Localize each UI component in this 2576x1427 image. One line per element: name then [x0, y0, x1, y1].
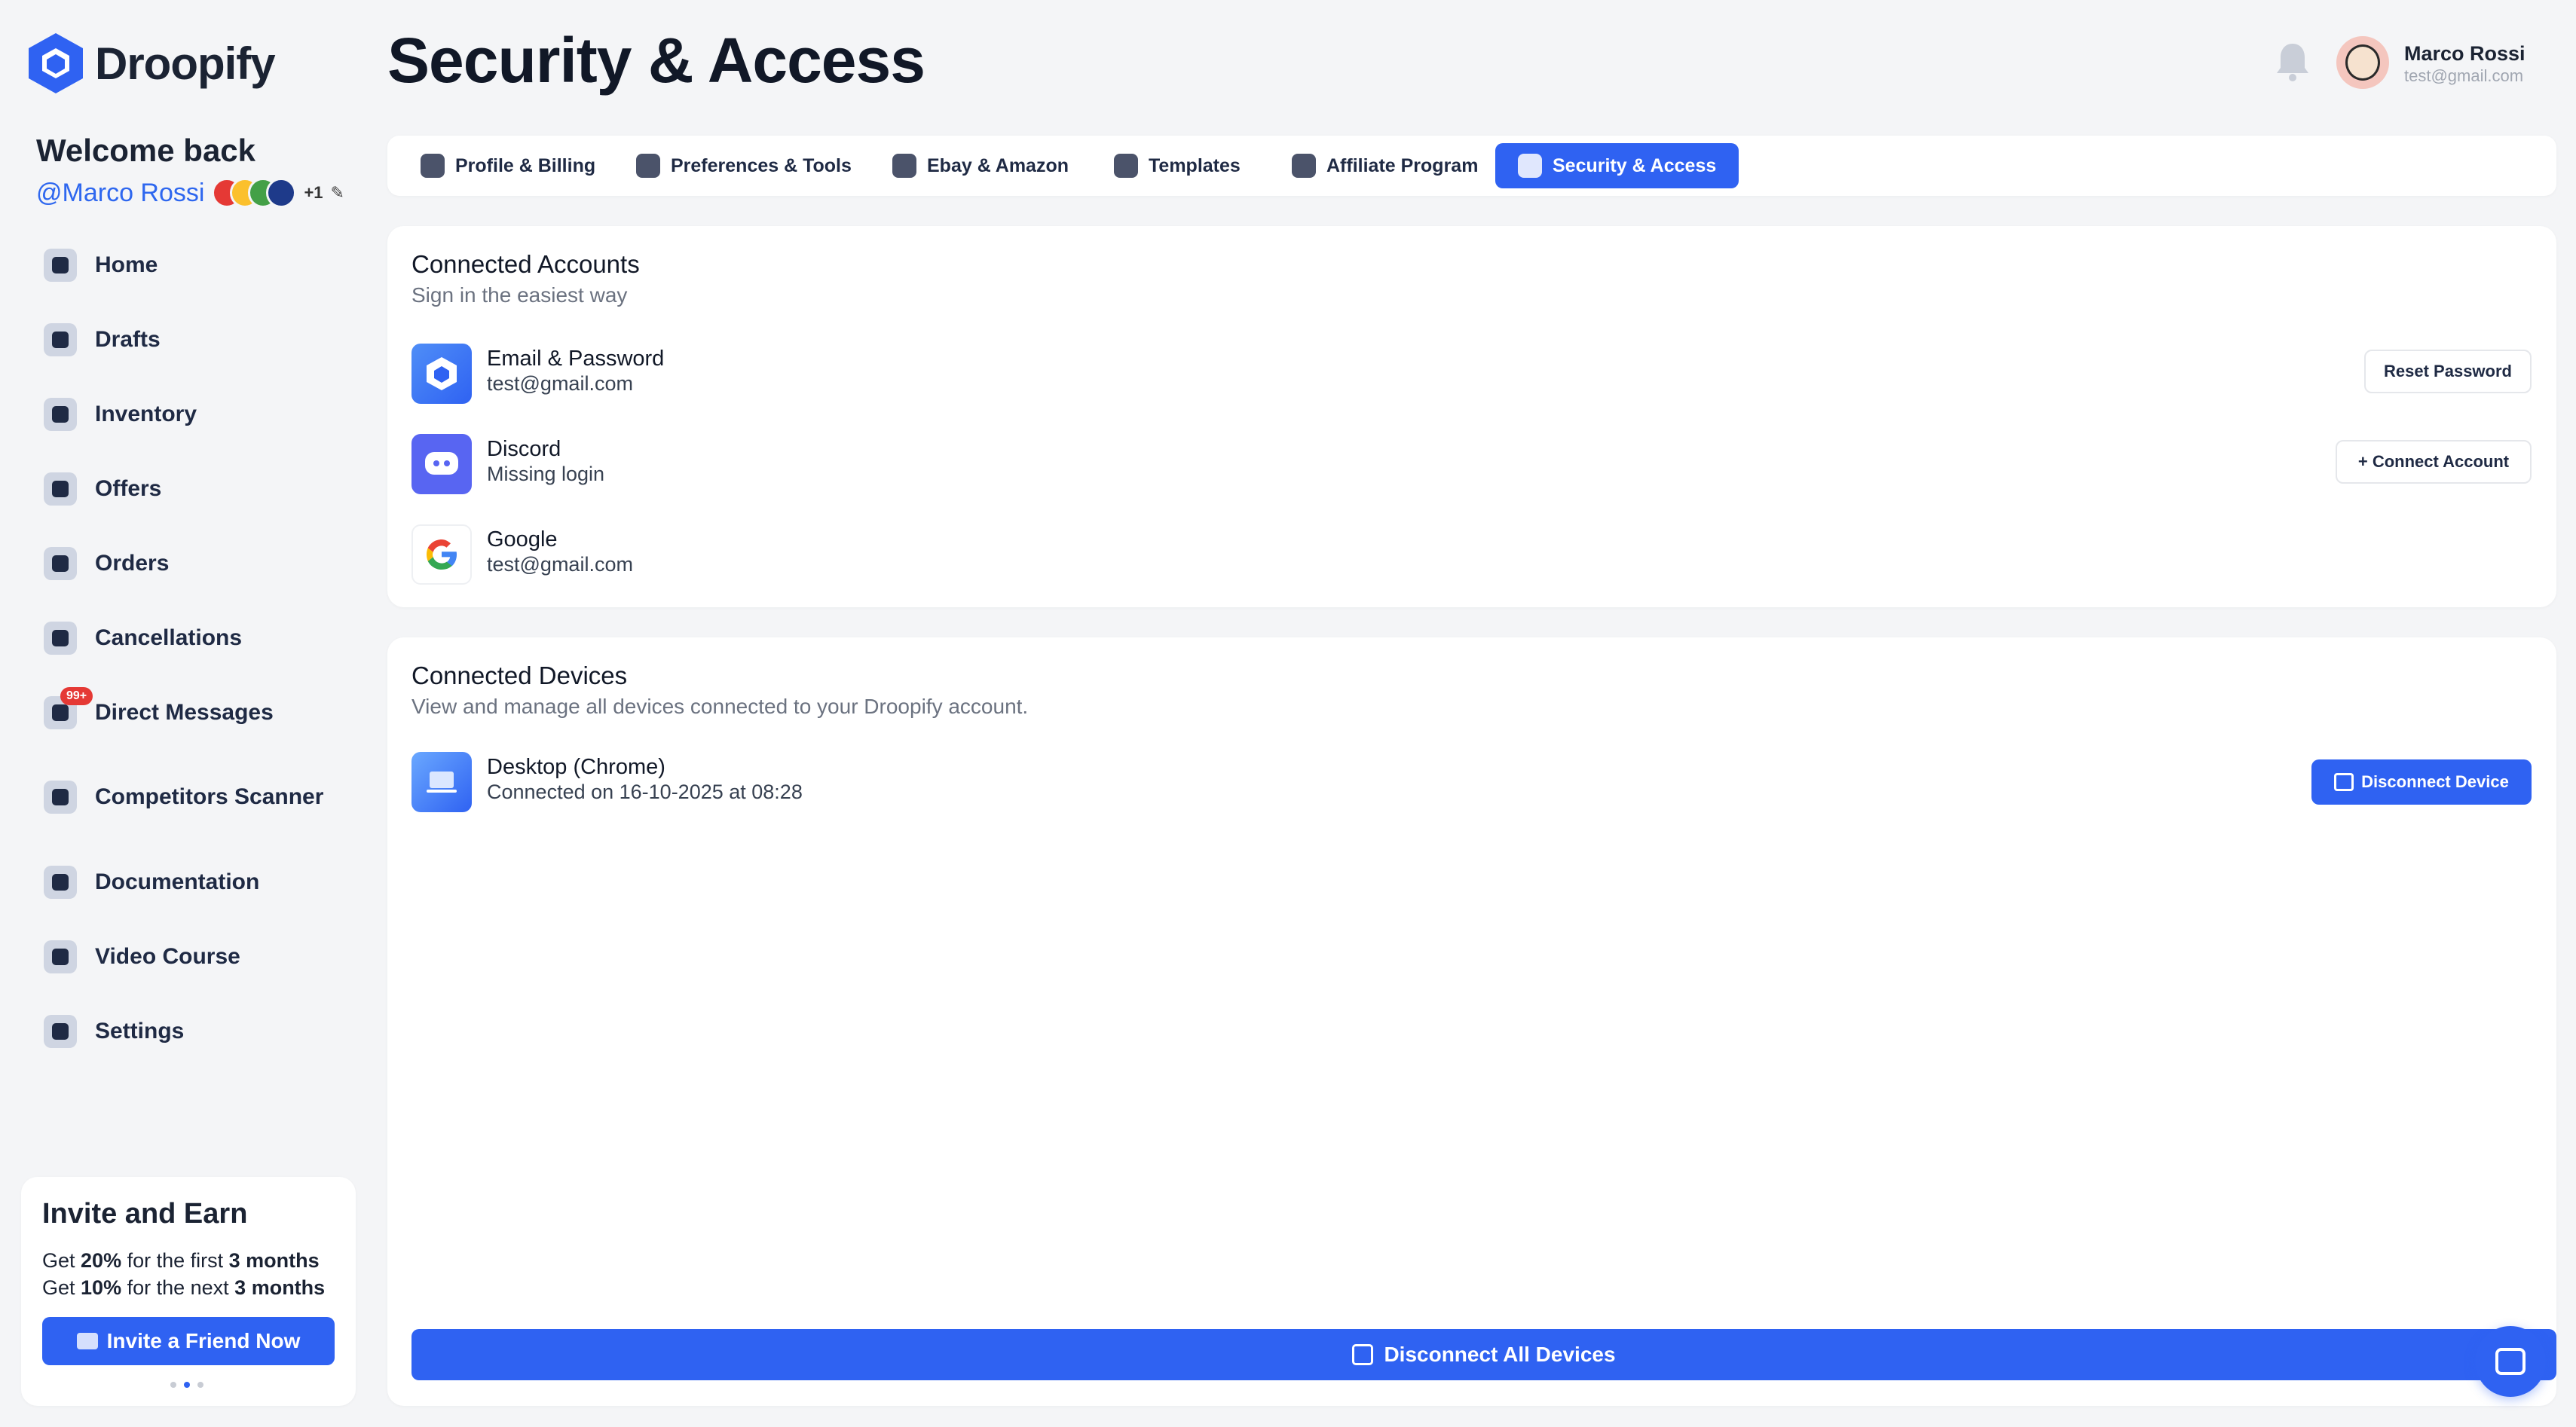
account-name: Discord — [487, 437, 561, 461]
avatar[interactable] — [2336, 36, 2389, 89]
sidebar-item-label: Home — [95, 252, 158, 277]
device-detail: Connected on 16-10-2025 at 08:28 — [487, 781, 803, 803]
sidebar-item-direct-messages[interactable]: 99+ Direct Messages — [44, 687, 274, 729]
reset-password-button[interactable]: Reset Password — [2364, 350, 2532, 393]
gear-icon — [421, 154, 445, 178]
sidebar-item-label: Inventory — [95, 402, 197, 426]
mail-icon — [76, 1333, 98, 1349]
pencil-icon[interactable]: ✎ — [331, 183, 344, 203]
users-icon — [1292, 154, 1316, 178]
account-detail: test@gmail.com — [487, 372, 633, 395]
google-icon — [411, 524, 472, 585]
sidebar-item-label: Drafts — [95, 327, 161, 352]
invite-friend-button[interactable]: Invite a Friend Now — [42, 1317, 335, 1365]
invite-line-2: Get 10% for the next 3 months — [42, 1276, 326, 1299]
sidebar-item-inventory[interactable]: Inventory — [44, 398, 197, 431]
disconnect-device-button[interactable]: Disconnect Device — [2311, 759, 2532, 805]
logout-icon — [1352, 1344, 1374, 1365]
connected-accounts-subtitle: Sign in the easiest way — [411, 283, 628, 307]
sidebar-item-home[interactable]: Home — [44, 249, 158, 282]
laptop-icon — [411, 752, 472, 812]
connected-devices-card: Connected Devices View and manage all de… — [387, 637, 2556, 1406]
sidebar-item-label: Documentation — [95, 869, 260, 894]
arrow-left-icon — [44, 622, 77, 655]
welcome-heading: Welcome back — [36, 133, 256, 168]
gear-icon — [44, 1015, 77, 1048]
sidebar-item-label: Direct Messages — [95, 700, 274, 725]
user-plus-icon — [892, 154, 916, 178]
image-icon — [1114, 154, 1138, 178]
sidebar-item-competitors-scanner[interactable]: Competitors Scanner — [44, 781, 323, 814]
chat-support-button[interactable] — [2475, 1326, 2546, 1397]
settings-tabs: Profile & Billing Preferences & Tools Eb… — [387, 136, 2556, 196]
sidebar-item-drafts[interactable]: Drafts — [44, 323, 161, 356]
bell-icon[interactable] — [2275, 41, 2311, 83]
document-icon — [44, 866, 77, 899]
header-user-email: test@gmail.com — [2404, 66, 2524, 85]
sidebar-item-label: Settings — [95, 1019, 185, 1044]
tab-ebay-amazon[interactable]: Ebay & Amazon — [870, 143, 1091, 188]
tab-preferences-tools[interactable]: Preferences & Tools — [613, 143, 874, 188]
tab-templates[interactable]: Templates — [1091, 143, 1263, 188]
user-row: @Marco Rossi +1 ✎ — [36, 178, 344, 208]
sidebar-item-settings[interactable]: Settings — [44, 1015, 184, 1048]
connect-account-button[interactable]: + Connect Account — [2336, 440, 2532, 484]
home-icon — [44, 249, 77, 282]
sidebar-item-label: Competitors Scanner — [95, 784, 324, 809]
unread-badge: 99+ — [60, 687, 93, 705]
invite-card: Invite and Earn Get 20% for the first 3 … — [21, 1177, 356, 1406]
book-icon — [44, 940, 77, 973]
sidebar-item-label: Orders — [95, 551, 170, 576]
carousel-dots[interactable] — [170, 1382, 203, 1388]
account-name: Email & Password — [487, 347, 665, 371]
grid-icon — [636, 154, 660, 178]
device-name: Desktop (Chrome) — [487, 755, 665, 779]
drafts-icon — [44, 323, 77, 356]
connected-accounts-card: Connected Accounts Sign in the easiest w… — [387, 226, 2556, 607]
account-name: Google — [487, 527, 558, 552]
disconnect-all-button[interactable]: Disconnect All Devices — [411, 1329, 2556, 1380]
invite-title: Invite and Earn — [42, 1198, 248, 1230]
brand-logo[interactable]: Droopify — [27, 32, 276, 95]
sidebar-item-video-course[interactable]: Video Course — [44, 940, 240, 973]
connected-accounts-title: Connected Accounts — [411, 250, 640, 278]
account-detail: Missing login — [487, 463, 605, 485]
sidebar-item-label: Video Course — [95, 944, 240, 969]
sidebar: Droopify Welcome back @Marco Rossi +1 ✎ … — [0, 0, 369, 1427]
connected-devices-subtitle: View and manage all devices connected to… — [411, 695, 1029, 718]
tab-security-access[interactable]: Security & Access — [1495, 143, 1739, 188]
invite-line-1: Get 20% for the first 3 months — [42, 1249, 320, 1272]
header-user-name: Marco Rossi — [2404, 42, 2526, 65]
connected-devices-title: Connected Devices — [411, 662, 628, 689]
chat-icon — [2495, 1348, 2526, 1375]
extra-count: +1 — [304, 183, 323, 202]
scanner-icon — [44, 781, 77, 814]
brand-name: Droopify — [95, 38, 276, 89]
sidebar-item-label: Offers — [95, 476, 162, 501]
discord-icon — [411, 434, 472, 494]
sidebar-item-label: Cancellations — [95, 625, 243, 650]
droopify-icon — [411, 344, 472, 404]
sidebar-item-cancellations[interactable]: Cancellations — [44, 622, 242, 655]
user-handle[interactable]: @Marco Rossi — [36, 179, 204, 208]
lock-icon — [1518, 154, 1542, 178]
sidebar-item-documentation[interactable]: Documentation — [44, 866, 259, 899]
cart-icon — [44, 547, 77, 580]
tab-profile-billing[interactable]: Profile & Billing — [398, 143, 618, 188]
sidebar-item-offers[interactable]: Offers — [44, 472, 161, 506]
logout-icon — [2334, 773, 2354, 791]
page-title: Security & Access — [387, 25, 925, 96]
message-icon: 99+ — [44, 687, 93, 729]
marketplace-avatars — [212, 178, 297, 208]
sidebar-item-orders[interactable]: Orders — [44, 547, 169, 580]
briefcase-icon — [44, 398, 77, 431]
tab-affiliate-program[interactable]: Affiliate Program — [1269, 143, 1501, 188]
droopify-logo-icon — [29, 33, 83, 93]
account-detail: test@gmail.com — [487, 553, 633, 576]
discount-icon — [44, 472, 77, 506]
